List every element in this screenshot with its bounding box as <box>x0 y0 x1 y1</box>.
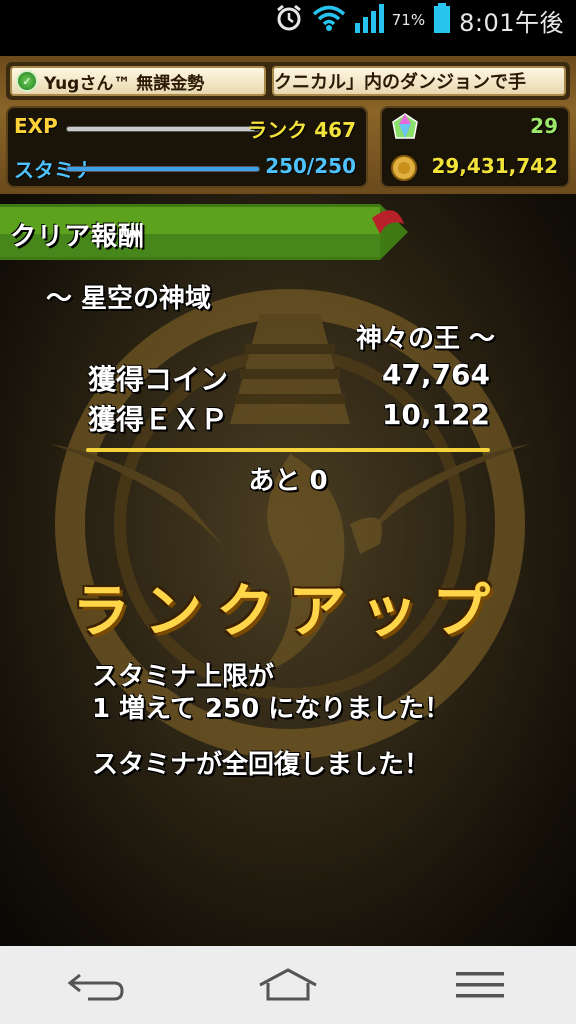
exp-progress-line <box>86 448 490 452</box>
player-hud: ✓ Yugさん™ 無課金勢 クニカル」内のダンジョンで手 EXP ランク 467… <box>0 56 576 194</box>
back-button[interactable] <box>56 955 136 1015</box>
home-icon <box>259 968 317 1001</box>
signal-icon <box>354 3 386 37</box>
dungeon-name-line2: 神々の王 ～ <box>356 324 496 354</box>
magic-stone-icon <box>390 112 420 146</box>
exp-remaining: あと 0 <box>248 466 328 496</box>
result-screen: クリア報酬 ～ 星空の神域 神々の王 ～ 獲得コイン 47,764 獲得ＥＸＰ … <box>0 194 576 946</box>
status-bar: 71% 8:01午後 <box>0 0 576 40</box>
battery-percent: 71% <box>391 11 426 29</box>
coin-count: 29,431,742 <box>431 154 558 178</box>
exp-reward-label: 獲得ＥＸＰ <box>88 403 229 436</box>
stamina-bar <box>66 166 260 172</box>
menu-icon <box>456 972 504 998</box>
battery-icon <box>433 3 451 37</box>
clock: 8:01午後 <box>459 8 564 37</box>
coin-reward-label: 獲得コイン <box>88 363 229 396</box>
back-icon <box>67 973 124 1001</box>
alarm-icon <box>274 3 304 37</box>
hud-top-row: ✓ Yugさん™ 無課金勢 クニカル」内のダンジョンで手 <box>6 62 570 100</box>
stamina-value: 250/250 <box>265 154 356 178</box>
home-button[interactable] <box>248 955 328 1015</box>
clear-reward-title: クリア報酬 <box>10 222 146 252</box>
currency-panel: 29 29,431,742 <box>380 106 570 188</box>
exp-reward-value: 10,122 <box>381 398 490 431</box>
stamina-max-message-line2: 1 増えて 250 になりました！ <box>92 694 451 724</box>
ticker-text: クニカル」内のダンジョンで手 <box>274 72 526 93</box>
coin-reward-value: 47,764 <box>381 358 490 391</box>
rank-up-banner: ランクアップ <box>72 577 505 645</box>
stamina-bar-fill <box>67 167 259 171</box>
magic-stone-count: 29 <box>530 114 558 138</box>
exp-bar <box>66 126 260 132</box>
news-ticker: クニカル」内のダンジョンで手 <box>272 66 566 96</box>
friend-badge-icon: ✓ <box>16 70 38 92</box>
menu-button[interactable] <box>440 955 520 1015</box>
rank-value: ランク 467 <box>247 118 356 142</box>
player-name: Yugさん™ 無課金勢 <box>44 73 205 94</box>
coin-icon <box>390 154 418 186</box>
wifi-icon <box>312 4 346 36</box>
exp-bar-fill <box>67 127 256 131</box>
dungeon-name-line1: ～ 星空の神域 <box>46 284 212 314</box>
stamina-recovered-message: スタミナが全回復しました！ <box>92 750 431 780</box>
exp-stamina-panel: EXP ランク 467 スタミナ 250/250 <box>6 106 368 188</box>
player-name-box: ✓ Yugさん™ 無課金勢 <box>10 66 266 96</box>
exp-label: EXP <box>14 114 58 138</box>
android-nav-bar <box>0 946 576 1024</box>
